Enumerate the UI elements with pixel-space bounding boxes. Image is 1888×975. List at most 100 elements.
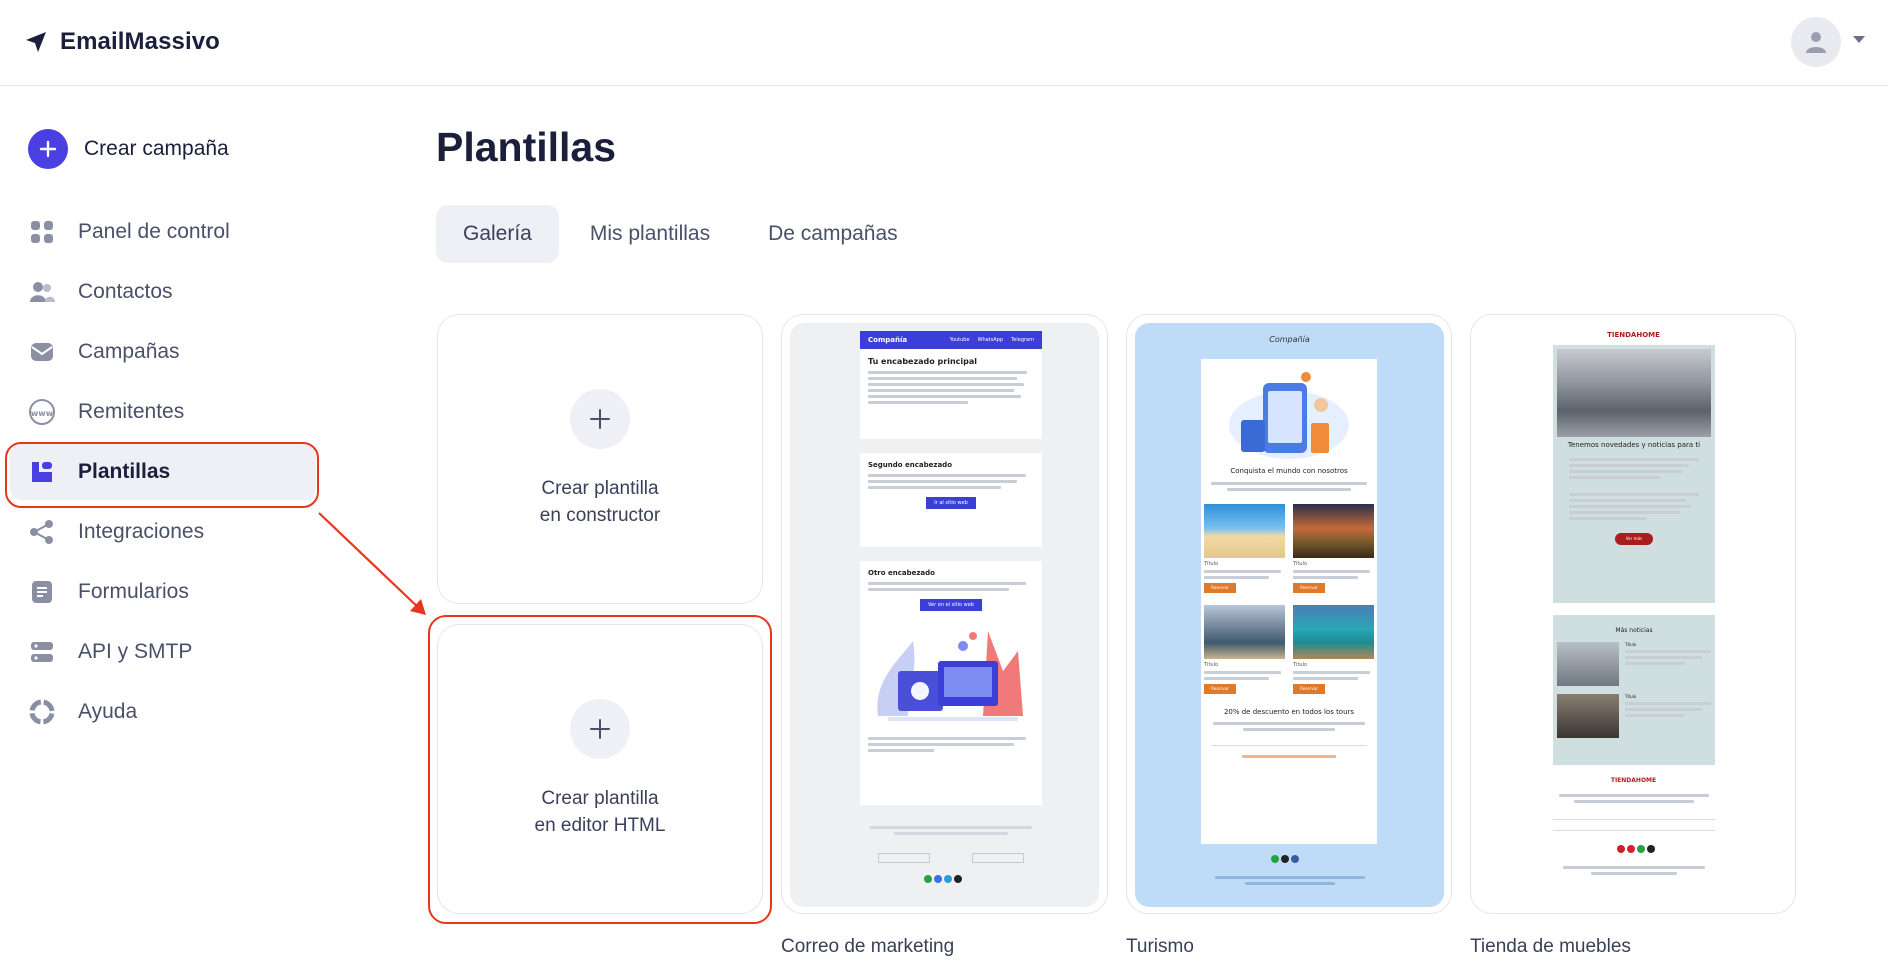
- preview-whatsapp-icon: [924, 875, 932, 883]
- preview-heading: Tenemos novedades y noticias para ti: [1567, 441, 1701, 449]
- sidebar-nav: Panel de control Contactos Campañas www …: [10, 204, 316, 744]
- api-server-icon: [28, 638, 56, 666]
- preview-heading: Tu encabezado principal: [868, 357, 977, 366]
- preview-item-title: Título: [1293, 662, 1308, 668]
- preview-section-title: Más noticias: [1615, 627, 1653, 634]
- tabs: Galería Mis plantillas De campañas: [436, 205, 929, 263]
- sidebar-item-senders[interactable]: www Remitentes: [10, 384, 316, 440]
- preview-brand: Compañía: [868, 336, 908, 344]
- sidebar-item-forms[interactable]: Formularios: [10, 564, 316, 620]
- tab-gallery[interactable]: Galería: [436, 205, 559, 263]
- preview-nav-link: Youtube: [949, 337, 970, 343]
- sidebar-item-dashboard[interactable]: Panel de control: [10, 204, 316, 260]
- forms-icon: [28, 578, 56, 606]
- sidebar-item-label: Campañas: [78, 340, 180, 363]
- top-bar: EmailMassivo: [0, 0, 1888, 86]
- preview-heading: Conquista el mundo con nosotros: [1230, 467, 1348, 475]
- preview-image-bedroom: [1557, 642, 1619, 686]
- template-name: Tienda de muebles: [1470, 936, 1631, 957]
- preview-button: Ver en el sitio web: [920, 599, 982, 611]
- preview-brand: TIENDAHOME: [1607, 331, 1660, 339]
- preview-footer-brand: TIENDAHOME: [1610, 777, 1657, 784]
- preview-item-title: Título: [1204, 662, 1219, 668]
- create-html-label-line2: en editor HTML: [534, 815, 666, 836]
- plus-icon: [28, 129, 68, 169]
- preview-pinterest-icon: [1617, 845, 1625, 853]
- preview-heading: Segundo encabezado: [868, 461, 953, 469]
- integrations-icon: [28, 518, 56, 546]
- preview-mail-icon: [1281, 855, 1289, 863]
- template-card-furniture[interactable]: TIENDAHOME Tenemos novedades y noticias …: [1470, 314, 1796, 914]
- preview-button: Reservar: [1204, 684, 1236, 694]
- create-html-label: Crear plantilla en editor HTML: [535, 785, 666, 839]
- user-avatar[interactable]: [1791, 17, 1841, 67]
- annotation-arrow: [318, 512, 426, 615]
- brand-name: EmailMassivo: [60, 28, 220, 55]
- preview-image-balloons: [1293, 504, 1374, 558]
- create-campaign-button[interactable]: Crear campaña: [28, 129, 229, 169]
- senders-icon: www: [28, 398, 56, 426]
- template-preview-marketing: Compañía Youtube WhatsApp Telegram Tu en…: [790, 323, 1099, 907]
- template-preview-furniture: TIENDAHOME Tenemos novedades y noticias …: [1479, 323, 1788, 907]
- sidebar-item-label: Remitentes: [78, 400, 185, 423]
- preview-mail-icon: [954, 875, 962, 883]
- create-campaign-label: Crear campaña: [84, 137, 229, 160]
- tab-my-templates[interactable]: Mis plantillas: [563, 205, 737, 263]
- sidebar-item-campaigns[interactable]: Campañas: [10, 324, 316, 380]
- preview-image-mountains: [1204, 605, 1285, 659]
- preview-button: Reservar: [1204, 583, 1236, 593]
- preview-viber-icon: [934, 875, 942, 883]
- preview-nav-link: Telegram: [1011, 337, 1034, 343]
- preview-item-title: Título: [1204, 561, 1219, 567]
- contacts-icon: [28, 278, 56, 306]
- preview-image-dining-room: [1557, 349, 1711, 437]
- marketing-illustration-icon: [877, 631, 1023, 721]
- preview-whatsapp-icon: [1271, 855, 1279, 863]
- preview-image-living-room: [1557, 694, 1619, 738]
- create-template-html-card[interactable]: Crear plantilla en editor HTML: [437, 624, 763, 914]
- sidebar-item-templates[interactable]: Plantillas: [10, 444, 316, 500]
- preview-discount: 20% de descuento en todos los tours: [1223, 708, 1355, 716]
- preview-button: Reservar: [1293, 684, 1325, 694]
- sidebar-item-label: API y SMTP: [78, 640, 193, 663]
- sidebar-item-api-smtp[interactable]: API y SMTP: [10, 624, 316, 680]
- sidebar-item-label: Plantillas: [78, 460, 171, 483]
- preview-item-title: Título: [1625, 694, 1637, 699]
- brand[interactable]: EmailMassivo: [24, 28, 220, 56]
- sidebar-item-help[interactable]: Ayuda: [10, 684, 316, 740]
- template-name: Correo de marketing: [781, 936, 955, 957]
- sidebar-item-label: Panel de control: [78, 220, 230, 243]
- page-title: Plantillas: [436, 124, 617, 170]
- tab-from-campaigns[interactable]: De campañas: [741, 205, 925, 263]
- sidebar-item-label: Ayuda: [78, 700, 138, 723]
- preview-image-beach: [1204, 504, 1285, 558]
- create-html-label-line1: Crear plantilla: [541, 788, 659, 809]
- plus-icon: [570, 389, 630, 449]
- sidebar-item-integrations[interactable]: Integraciones: [10, 504, 316, 560]
- campaigns-icon: [28, 338, 56, 366]
- preview-button: Reservar: [1293, 583, 1325, 593]
- preview-whatsapp-icon: [1637, 845, 1645, 853]
- template-card-tourism[interactable]: Compañía Conquista el mundo con nosotros…: [1126, 314, 1452, 914]
- preview-item-title: Título: [1625, 642, 1637, 647]
- sidebar-item-contacts[interactable]: Contactos: [10, 264, 316, 320]
- template-card-marketing[interactable]: Compañía Youtube WhatsApp Telegram Tu en…: [781, 314, 1108, 914]
- create-template-builder-card[interactable]: Crear plantilla en constructor: [437, 314, 763, 604]
- templates-icon: [28, 458, 56, 486]
- preview-heading: Otro encabezado: [868, 569, 935, 577]
- preview-telegram-icon: [944, 875, 952, 883]
- preview-button: Ir al sitio web: [926, 497, 976, 509]
- preview-image-lagoon: [1293, 605, 1374, 659]
- sidebar-item-label: Integraciones: [78, 520, 205, 543]
- plus-icon: [570, 699, 630, 759]
- send-logo-icon: [26, 32, 46, 52]
- user-menu-chevron-down-icon[interactable]: [1853, 36, 1865, 43]
- preview-nav-link: WhatsApp: [977, 337, 1004, 343]
- preview-mail-icon: [1647, 845, 1655, 853]
- sidebar-item-label: Formularios: [78, 580, 189, 603]
- preview-facebook-icon: [1291, 855, 1299, 863]
- create-builder-label: Crear plantilla en constructor: [540, 475, 660, 529]
- template-preview-tourism: Compañía Conquista el mundo con nosotros…: [1135, 323, 1444, 907]
- preview-item-title: Título: [1293, 561, 1308, 567]
- template-name: Turismo: [1126, 936, 1194, 957]
